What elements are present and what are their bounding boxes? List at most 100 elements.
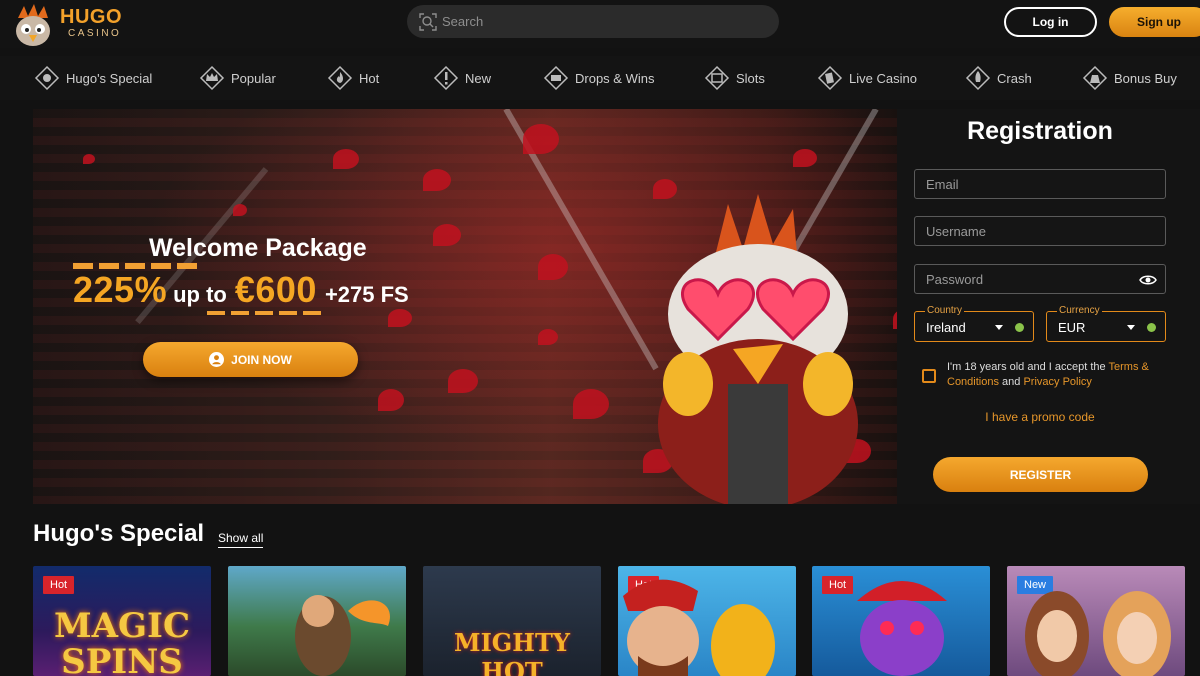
valid-check-icon <box>1015 323 1024 332</box>
rose-petal <box>538 254 568 280</box>
logo[interactable]: HUGO CASINO <box>10 2 122 48</box>
nav-label: Hot <box>359 70 380 86</box>
game-title: MIGHTY HOT <box>454 628 570 676</box>
cards-icon <box>817 65 843 91</box>
rose-petal <box>523 124 559 154</box>
game-card[interactable]: MIGHTY HOT <box>423 566 601 676</box>
fisherman-fish-illustration <box>623 579 775 676</box>
crown-icon <box>199 65 225 91</box>
terms-text: I'm 18 years old and I accept the Terms … <box>947 360 1157 390</box>
valid-check-icon <box>1147 323 1156 332</box>
username-placeholder: Username <box>926 224 986 239</box>
hero-free-spins: +275 FS <box>324 282 409 307</box>
promo-code-link[interactable]: I have a promo code <box>897 410 1183 424</box>
email-placeholder: Email <box>926 177 959 192</box>
game-title: MAGIC SPINS <box>53 606 191 676</box>
show-all-link[interactable]: Show all <box>218 531 264 548</box>
email-field[interactable]: Email <box>914 169 1166 199</box>
slot-machine-icon <box>704 65 730 91</box>
chevron-down-icon <box>1127 325 1135 330</box>
rose-petal <box>83 154 95 164</box>
hot-badge: Hot <box>43 576 75 594</box>
nav-label: Popular <box>231 70 276 86</box>
nav-item-hot[interactable]: Hot <box>327 64 379 92</box>
hero-title: Welcome Package <box>149 234 367 262</box>
purple-monster-illustration <box>857 581 947 676</box>
nav-label: Live Casino <box>849 70 917 86</box>
search-input[interactable]: Search <box>407 5 779 38</box>
nav-item-popular[interactable]: Popular <box>199 64 276 92</box>
login-button[interactable]: Log in <box>1004 7 1097 37</box>
user-icon <box>209 352 225 367</box>
game-card[interactable]: New <box>1007 566 1185 676</box>
registration-panel: Registration Email Username Password Cou… <box>897 109 1200 504</box>
rose-petal <box>378 389 404 411</box>
nav-label: Hugo's Special <box>66 70 153 86</box>
nav-label: Crash <box>997 70 1032 86</box>
rocket-icon <box>965 65 991 91</box>
hero-percent: 225% <box>73 269 168 310</box>
nav-item-hugos-special[interactable]: Hugo's Special <box>34 64 152 92</box>
hero-offer: 225% up to €600 +275 FS <box>73 269 409 311</box>
hugo-mascot-illustration <box>658 194 858 504</box>
exclamation-icon <box>433 65 459 91</box>
section-title: Hugo's Special <box>33 520 205 547</box>
currency-select[interactable]: Currency EUR <box>1046 305 1166 342</box>
nav-item-bonus-buy[interactable]: Bonus Buy <box>1082 64 1177 92</box>
privacy-policy-link[interactable]: Privacy Policy <box>1023 376 1091 388</box>
registration-title: Registration <box>967 117 1113 145</box>
nav-item-drops-wins[interactable]: Drops & Wins <box>543 64 654 92</box>
search-placeholder: Search <box>442 14 484 29</box>
rose-petal <box>538 329 558 345</box>
rose-petal <box>233 204 247 216</box>
game-card[interactable]: Hot MAGIC SPINS <box>33 566 211 676</box>
username-field[interactable]: Username <box>914 216 1166 246</box>
terms-prefix: I'm 18 years old and I accept the <box>947 361 1109 373</box>
flame-icon <box>327 65 353 91</box>
register-button[interactable]: REGISTER <box>933 457 1148 492</box>
drops-wins-icon <box>543 65 569 91</box>
country-label: Country <box>925 305 965 316</box>
chevron-down-icon <box>995 325 1003 330</box>
currency-value: EUR <box>1058 320 1086 335</box>
nav-item-crash[interactable]: Crash <box>965 64 1032 92</box>
rose-petal <box>333 149 359 169</box>
rose-petal <box>573 389 609 419</box>
bonus-bag-icon <box>1082 65 1108 91</box>
hero-up-to: up to <box>173 282 227 307</box>
site-header: HUGO CASINO Search Log in Sign up <box>0 0 1200 48</box>
rose-petal <box>423 169 451 191</box>
nav-label: New <box>465 70 492 86</box>
hero-amount: €600 <box>234 269 317 310</box>
country-select[interactable]: Country Ireland <box>914 305 1034 342</box>
game-card[interactable] <box>228 566 406 676</box>
join-now-label: JOIN NOW <box>231 352 292 367</box>
logo-title: HUGO <box>60 6 122 28</box>
hero-decor-dashes <box>207 311 325 315</box>
nav-label: Bonus Buy <box>1114 70 1177 86</box>
password-field[interactable]: Password <box>914 264 1166 294</box>
nav-label: Slots <box>736 70 765 86</box>
hero-banner[interactable]: Welcome Package 225% up to €600 +275 FS … <box>33 109 897 504</box>
show-password-icon[interactable] <box>1139 272 1157 288</box>
nav-item-live-casino[interactable]: Live Casino <box>817 64 917 92</box>
country-value: Ireland <box>926 320 966 335</box>
signup-button[interactable]: Sign up <box>1109 7 1200 37</box>
search-icon <box>419 13 437 31</box>
game-card[interactable]: Hot <box>618 566 796 676</box>
currency-label: Currency <box>1057 305 1102 316</box>
logo-subtitle: CASINO <box>68 28 122 39</box>
rose-petal <box>433 224 461 246</box>
rose-petal <box>793 149 817 167</box>
game-card[interactable]: Hot <box>812 566 990 676</box>
fisherman-illustration <box>295 595 390 676</box>
terms-checkbox[interactable] <box>922 369 936 383</box>
category-nav: Hugo's Special Popular Hot New Drops & W… <box>0 56 1200 100</box>
password-placeholder: Password <box>926 272 984 287</box>
hugo-mascot-icon <box>16 4 50 46</box>
nav-item-new[interactable]: New <box>433 64 491 92</box>
join-now-button[interactable]: JOIN NOW <box>143 342 358 377</box>
rose-petal <box>388 309 412 327</box>
nav-item-slots[interactable]: Slots <box>704 64 765 92</box>
princesses-illustration <box>1025 591 1171 676</box>
